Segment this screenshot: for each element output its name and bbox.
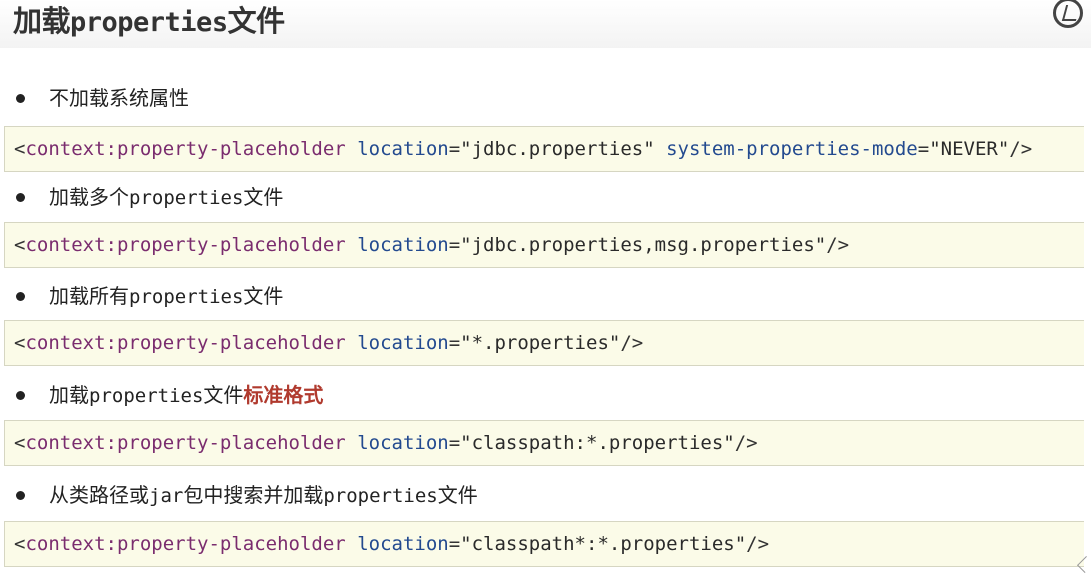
code-value: "*.properties" bbox=[460, 332, 621, 354]
code-value: "jdbc.properties,msg.properties" bbox=[460, 234, 827, 256]
bullet-text: 文件 bbox=[243, 284, 284, 308]
bullet-text: 文件 bbox=[243, 185, 284, 209]
title-suffix: 文件 bbox=[227, 4, 286, 38]
bullet-text: 文件 bbox=[437, 483, 478, 507]
code-open: < bbox=[14, 332, 26, 354]
code-tag: context:property-placeholder bbox=[25, 432, 346, 454]
bullet-mono: properties bbox=[129, 286, 244, 308]
code-tag: context:property-placeholder bbox=[25, 234, 346, 256]
code-block-1: <context:property-placeholder location="… bbox=[4, 126, 1084, 172]
bullet-mono: properties bbox=[323, 485, 438, 507]
code-eq: = bbox=[448, 332, 461, 354]
code-block-3: <context:property-placeholder location="… bbox=[4, 320, 1084, 366]
code-value: "classpath:*.properties" bbox=[460, 432, 735, 454]
code-eq: = bbox=[448, 533, 461, 555]
page-title: 加载properties文件 bbox=[13, 0, 285, 40]
bullet-text: 不加载系统属性 bbox=[49, 86, 189, 110]
bullet-mono: properties bbox=[89, 385, 204, 407]
code-close: /> bbox=[734, 432, 758, 454]
code-open: < bbox=[14, 533, 26, 555]
bullet-dot-icon bbox=[16, 390, 25, 400]
bullet-text: 加载多个 bbox=[49, 185, 129, 209]
bullet-text: 加载 bbox=[49, 383, 89, 407]
title-prefix: 加载 bbox=[13, 4, 71, 38]
code-value: "jdbc.properties" bbox=[460, 138, 655, 160]
code-eq: = bbox=[448, 138, 461, 160]
bullet-text: 文件 bbox=[203, 383, 244, 407]
bullet-dot-icon bbox=[16, 291, 25, 301]
bullet-item-2: 加载多个properties文件 bbox=[16, 182, 283, 212]
bullet-dot-icon bbox=[16, 490, 25, 500]
code-close: /> bbox=[746, 533, 770, 555]
bullet-item-4: 加载properties文件标准格式 bbox=[16, 380, 323, 410]
code-open: < bbox=[14, 138, 26, 160]
bullet-text: 从类路径或 bbox=[49, 483, 149, 507]
code-attr: location bbox=[357, 234, 449, 256]
code-close: /> bbox=[1009, 138, 1033, 160]
code-eq: = bbox=[448, 432, 461, 454]
code-attr: location bbox=[357, 533, 449, 555]
bullet-text: 包中搜索并加载 bbox=[183, 483, 324, 507]
code-open: < bbox=[14, 234, 26, 256]
bullet-text: 加载所有 bbox=[49, 284, 129, 308]
code-value: "classpath*:*.properties" bbox=[460, 533, 747, 555]
code-close: /> bbox=[620, 332, 644, 354]
bullet-dot-icon bbox=[16, 192, 25, 202]
code-attr: location bbox=[357, 332, 449, 354]
bullet-dot-icon bbox=[16, 93, 25, 103]
code-tag: context:property-placeholder bbox=[25, 533, 346, 555]
bullet-mono: properties bbox=[129, 187, 244, 209]
code-attr: location bbox=[357, 138, 449, 160]
code-attr: system-properties-mode bbox=[666, 138, 918, 160]
code-eq: = bbox=[448, 234, 461, 256]
code-attr: location bbox=[357, 432, 449, 454]
code-tag: context:property-placeholder bbox=[25, 138, 346, 160]
timer-icon[interactable] bbox=[1053, 0, 1083, 28]
bullet-emphasis: 标准格式 bbox=[243, 383, 324, 407]
bullet-mono: jar bbox=[149, 485, 184, 507]
code-block-5: <context:property-placeholder location="… bbox=[4, 521, 1084, 567]
code-block-2: <context:property-placeholder location="… bbox=[4, 222, 1084, 268]
bullet-item-3: 加载所有properties文件 bbox=[16, 281, 283, 311]
bullet-item-5: 从类路径或jar包中搜索并加载properties文件 bbox=[16, 480, 478, 510]
code-value: "NEVER" bbox=[929, 138, 1010, 160]
code-close: /> bbox=[826, 234, 850, 256]
code-tag: context:property-placeholder bbox=[25, 332, 346, 354]
slide-header: 加载properties文件 bbox=[0, 0, 1091, 48]
bullet-item-1: 不加载系统属性 bbox=[16, 83, 189, 113]
code-eq: = bbox=[917, 138, 930, 160]
title-mono: properties bbox=[70, 7, 228, 38]
code-block-4: <context:property-placeholder location="… bbox=[4, 420, 1084, 466]
code-open: < bbox=[14, 432, 26, 454]
